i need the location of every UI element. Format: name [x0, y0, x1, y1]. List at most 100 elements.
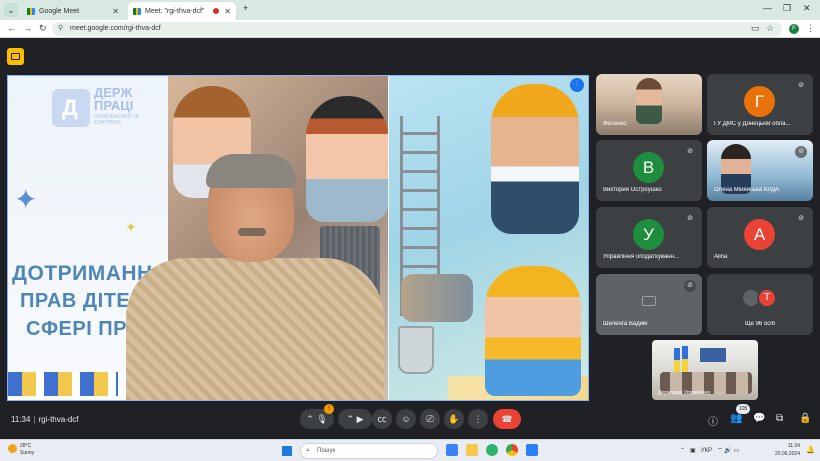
wifi-icon[interactable]: ⌔: [717, 448, 723, 454]
participant-name: Шеленга Вадим: [603, 321, 648, 327]
participant-tile[interactable]: ⊘ Олена Міняйська КРДА: [707, 140, 813, 201]
captions-icon: ㏄: [377, 414, 387, 424]
tray-app-icon[interactable]: ▣: [690, 448, 696, 454]
task-view-icon[interactable]: [446, 444, 458, 456]
taskbar-clock[interactable]: 11:34 20.06.2024: [772, 442, 800, 458]
tab-label: Meet: "rgi-thva-dcf": [145, 7, 205, 15]
raise-hand-button[interactable]: ✋: [444, 409, 464, 429]
mic-off-icon: ⊘: [795, 146, 807, 158]
volume-icon[interactable]: 🔊: [724, 448, 731, 454]
participant-tile[interactable]: Фесенко: [596, 74, 702, 135]
language-indicator[interactable]: УКР: [701, 448, 712, 454]
restore-icon[interactable]: ❐: [783, 3, 791, 14]
back-icon[interactable]: ←: [7, 23, 16, 33]
mic-off-icon: ⊘: [684, 280, 696, 292]
participant-name: Управління оподаткуванн...: [603, 254, 679, 260]
chevron-up-icon[interactable]: ⌃: [680, 448, 685, 454]
camera-off-icon: [642, 296, 656, 306]
hang-up-icon: ☎: [501, 414, 513, 424]
bookmark-star-icon[interactable]: ☆: [766, 23, 774, 34]
participant-avatar: А: [744, 219, 775, 250]
meet-icon: [27, 7, 35, 15]
participant-avatar: Т: [757, 288, 777, 308]
participant-avatar: Г: [744, 86, 775, 117]
browser-menu-icon[interactable]: ⋮: [806, 23, 815, 34]
clock-date: 20.06.2024: [774, 451, 800, 457]
meeting-info: 11:34 | rgi-thva-dcf: [11, 415, 79, 424]
participant-tile[interactable]: У ⊘ Управління оподаткуванн...: [596, 207, 702, 268]
chrome-icon[interactable]: [506, 444, 518, 456]
info-icon[interactable]: ⓘ: [708, 413, 718, 428]
self-view-label: Держпраці Управління: [658, 390, 710, 396]
mic-off-icon: ⊘: [795, 80, 807, 92]
minimize-icon[interactable]: —: [763, 3, 772, 13]
main-speaker-video[interactable]: Д ДЕРЖ ПРАЦІ ПОМЕДЖЕННЯ ТА КОНТРОЛЬ ✦ ✦ …: [7, 75, 589, 401]
reload-icon[interactable]: ↻: [39, 23, 47, 34]
camera-button[interactable]: ⌃ ▶: [338, 409, 372, 429]
camera-in-use-icon[interactable]: ▭: [751, 23, 760, 34]
weather-temp: 28°C: [20, 443, 32, 449]
org-logo-icon: Д: [52, 89, 90, 127]
participant-name: ГУ ДМС у Донецькій обла...: [714, 121, 791, 127]
flag-icon: [682, 346, 688, 372]
meet-stage: Д ДЕРЖ ПРАЦІ ПОМЕДЖЕННЯ ТА КОНТРОЛЬ ✦ ✦ …: [0, 38, 820, 439]
address-bar-row: ← → ↻ ⚲ meet.google.com/rgi-thva-dcf ▭ ☆…: [0, 20, 820, 38]
present-button[interactable]: ⎚: [420, 409, 440, 429]
mic-off-icon: ⊘: [795, 213, 807, 225]
slide-line-3: СФЕРІ ПРА: [26, 318, 141, 340]
participant-tile[interactable]: ⊘ Шеленга Вадим: [596, 274, 702, 335]
site-info-icon[interactable]: ⚲: [58, 22, 63, 36]
more-options-button[interactable]: ⋮: [468, 409, 488, 429]
participant-tile[interactable]: Г ⊘ ГУ ДМС у Донецькій обла...: [707, 74, 813, 135]
participant-avatar: В: [633, 152, 664, 183]
tab-meet-call[interactable]: Meet: "rgi-thva-dcf" ✕: [128, 2, 236, 20]
chevron-up-icon[interactable]: ⌃: [347, 414, 355, 424]
system-tray[interactable]: ⌃ ▣ УКР ⌔ 🔊 ▭: [680, 446, 739, 454]
app-icon[interactable]: [526, 444, 538, 456]
leave-call-button[interactable]: ☎: [493, 409, 521, 429]
close-tab-icon[interactable]: ✕: [224, 7, 231, 16]
search-icon: ⌕: [306, 447, 310, 454]
captions-button[interactable]: ㏄: [372, 409, 392, 429]
illustration-mug: [398, 326, 434, 374]
notification-bell-icon[interactable]: 🔔: [806, 446, 815, 454]
self-view-video[interactable]: Держпраці Управління: [652, 340, 758, 400]
chevron-up-icon[interactable]: ⌃: [306, 414, 314, 424]
participant-tile[interactable]: В ⊘ Виктория Остроушко: [596, 140, 702, 201]
host-controls-icon[interactable]: 🔒: [799, 413, 811, 424]
battery-icon[interactable]: ▭: [734, 448, 740, 454]
org-logo-title: ДЕРЖ ПРАЦІ: [94, 85, 134, 113]
mic-icon: 🎙: [316, 414, 328, 424]
tab-search-icon[interactable]: ⌄: [4, 3, 18, 17]
activities-icon[interactable]: ⧉: [776, 413, 783, 424]
decorative-strip: [8, 372, 118, 396]
tab-google-meet[interactable]: Google Meet ✕: [22, 2, 124, 20]
taskbar-search-input[interactable]: ⌕ Пошук: [300, 443, 438, 459]
activities-badge-icon[interactable]: [7, 48, 24, 65]
more-participants-tile[interactable]: Т Ще 96 осіб: [707, 274, 813, 335]
forward-icon[interactable]: →: [23, 23, 32, 33]
recording-indicator-icon: [213, 8, 220, 14]
weather-text: Sunny: [20, 450, 35, 456]
chat-icon[interactable]: 💬: [753, 413, 765, 424]
profile-avatar[interactable]: F: [789, 24, 799, 34]
close-tab-icon[interactable]: ✕: [112, 7, 119, 16]
file-explorer-icon[interactable]: [466, 444, 478, 456]
mic-warning-badge: !: [324, 404, 334, 414]
illustration-workers-group: [401, 274, 473, 322]
people-icon[interactable]: 👥: [730, 413, 742, 424]
org-logo-subtitle: ПОМЕДЖЕННЯ ТА КОНТРОЛЬ: [94, 114, 139, 126]
participant-name: Виктория Остроушко: [603, 187, 662, 193]
meeting-time: 11:34: [11, 415, 31, 424]
whatsapp-icon[interactable]: [486, 444, 498, 456]
new-tab-button[interactable]: +: [243, 3, 248, 13]
clock-time: 11:34: [787, 443, 800, 449]
participant-tile[interactable]: А ⊘ Alina: [707, 207, 813, 268]
reactions-button[interactable]: ☺: [396, 409, 416, 429]
url-field[interactable]: ⚲ meet.google.com/rgi-thva-dcf: [52, 22, 782, 36]
close-window-icon[interactable]: ✕: [803, 3, 811, 14]
speaker-person: [126, 154, 384, 400]
windows-start-icon[interactable]: [282, 446, 292, 456]
camera-icon: ▶: [356, 414, 364, 424]
star-decoration-icon: ✦: [14, 184, 38, 215]
